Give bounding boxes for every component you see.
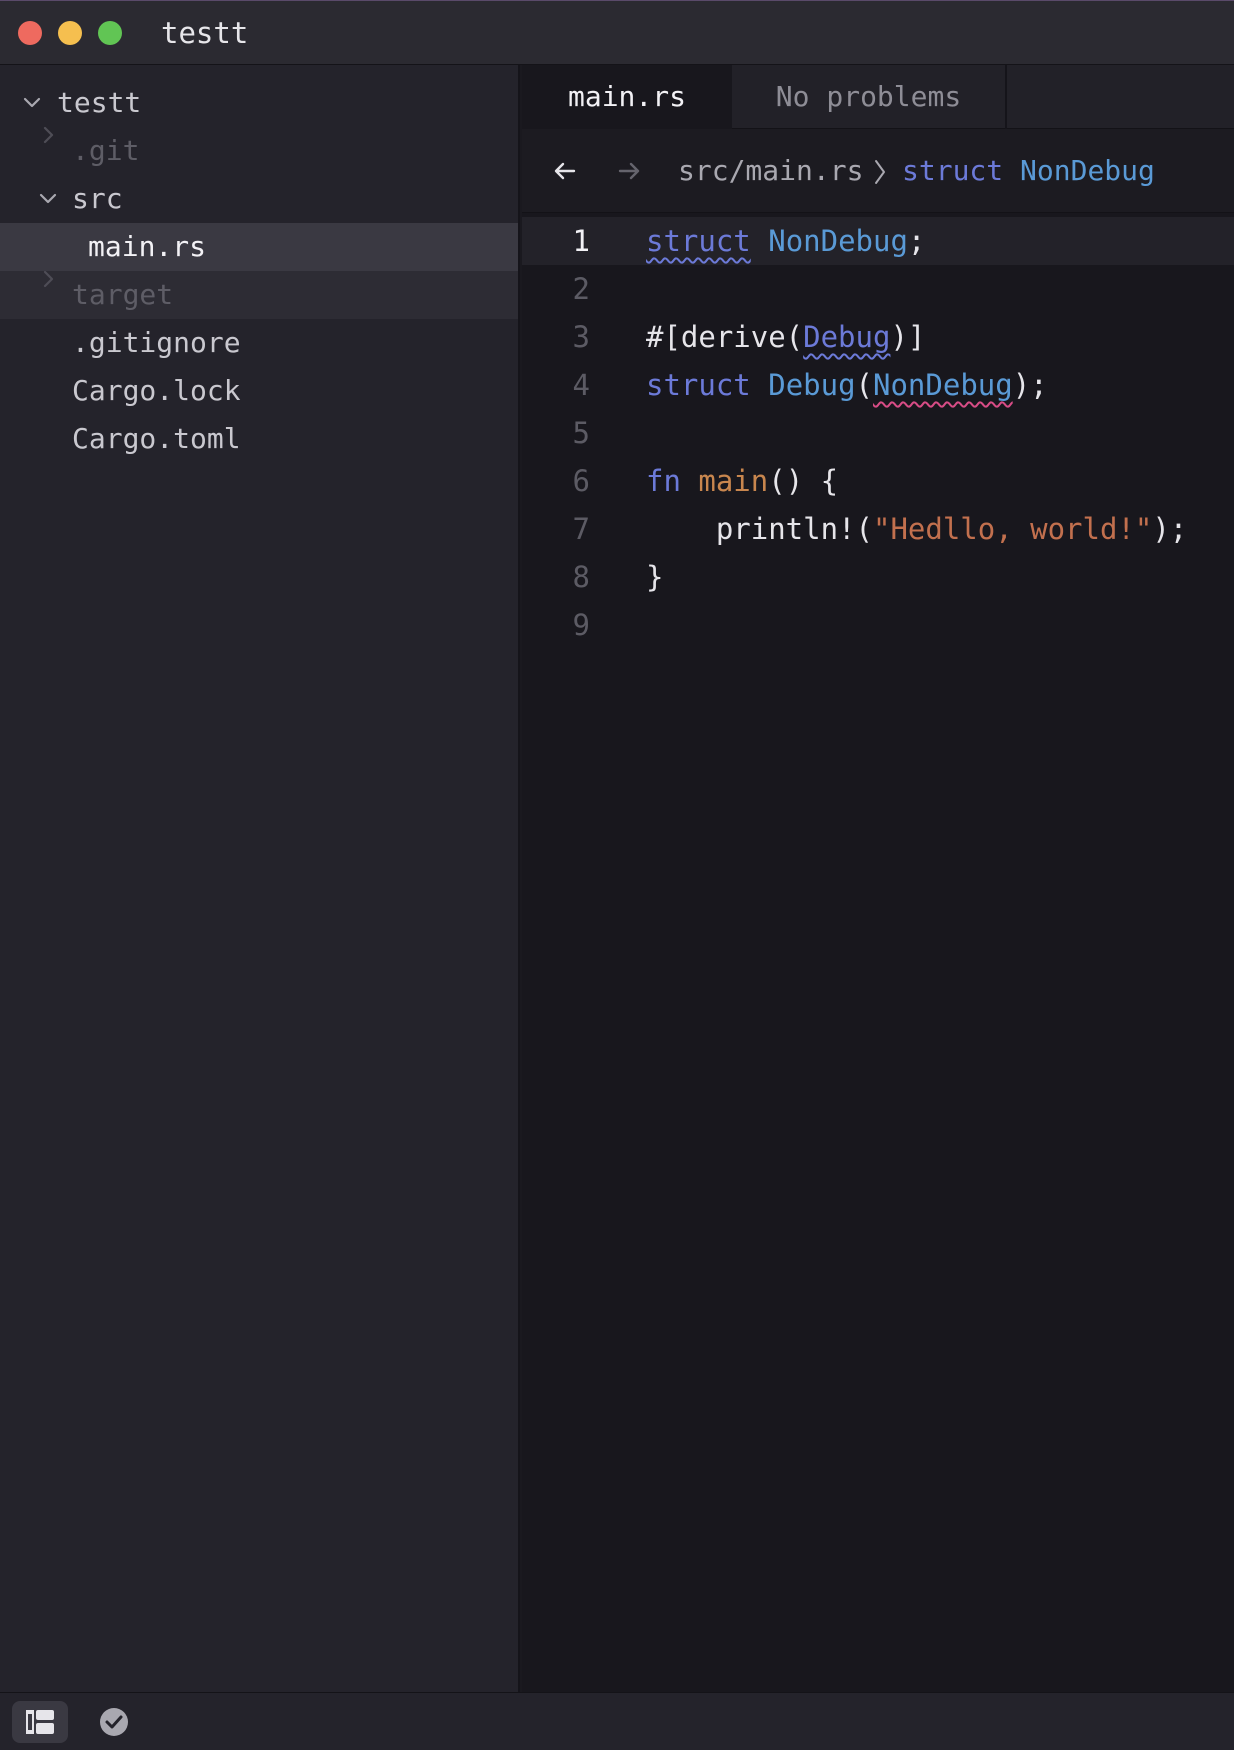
tab-main-rs[interactable]: main.rs [522, 65, 732, 129]
code-token: println!( [646, 512, 873, 546]
editor-pane: main.rs No problems src/main.rs struct N… [522, 65, 1234, 1692]
code-text: } [646, 553, 663, 601]
code-token: NonDebug [768, 224, 908, 258]
line-number: 5 [572, 416, 590, 450]
tree-item-target[interactable]: target [0, 270, 518, 319]
code-text: #[derive(Debug)] [646, 313, 925, 361]
code-token: ( [855, 368, 874, 402]
close-window-button[interactable] [18, 21, 42, 45]
code-text: fn main() { [646, 457, 838, 505]
warning-token: struct [646, 224, 751, 258]
line-number: 1 [572, 224, 590, 258]
code-line[interactable]: 3 #[derive(Debug)] [522, 313, 1234, 361]
code-token: "Hedllo, world!" [872, 512, 1153, 546]
tree-root-testt[interactable]: testt [0, 79, 518, 127]
chevron-down-icon[interactable] [38, 175, 58, 223]
tree-item-gitignore[interactable]: .gitignore [0, 319, 518, 367]
code-line[interactable]: 2 [522, 265, 1234, 313]
tree-item-git[interactable]: .git [0, 126, 518, 175]
code-line[interactable]: 6 fn main() { [522, 457, 1234, 505]
code-text: println!("Hedllo, world!"); [646, 505, 1187, 553]
line-number: 2 [572, 272, 590, 306]
code-token: () { [768, 464, 839, 498]
tree-item-label: .git [72, 134, 140, 167]
tree-item-cargo-toml[interactable]: Cargo.toml [0, 415, 518, 463]
code-token: ; [907, 224, 926, 258]
code-editor[interactable]: 1 struct NonDebug; 2 3 #[derive(Debug)] 4 stru… [522, 213, 1234, 1692]
code-token: Debug [768, 368, 856, 402]
error-token: NonDebug [873, 368, 1013, 402]
code-token: ); [1012, 368, 1048, 402]
code-token: fn [646, 464, 681, 498]
tree-item-label: target [72, 278, 174, 311]
tree-item-label: Cargo.toml [72, 422, 241, 455]
project-panel-icon [12, 1710, 68, 1747]
tab-bar: main.rs No problems [522, 65, 1234, 129]
window-title: testt [161, 16, 249, 50]
code-text: struct Debug(NonDebug); [646, 361, 1048, 409]
breadcrumb-symbol[interactable]: struct NonDebug [902, 151, 1155, 191]
line-number: 9 [572, 608, 590, 642]
breadcrumb-path[interactable]: src/main.rs [678, 151, 863, 191]
project-panel: testt .git src main.rs target .gitignore [0, 65, 520, 1692]
code-line[interactable]: 4 struct Debug(NonDebug); [522, 361, 1234, 409]
code-line[interactable]: 5 [522, 409, 1234, 457]
code-token: #[derive( [646, 320, 804, 354]
maximize-window-button[interactable] [98, 21, 122, 45]
code-line[interactable]: 8} [522, 553, 1234, 601]
tree-item-label: testt [57, 86, 142, 119]
title-bar: testt [0, 1, 1234, 65]
tree-item-label: .gitignore [72, 326, 241, 359]
breadcrumb: src/main.rs struct NonDebug [522, 129, 1234, 213]
line-number: 7 [572, 512, 590, 546]
tree-item-cargo-lock[interactable]: Cargo.lock [0, 367, 518, 415]
line-number: 3 [572, 320, 590, 354]
code-text: struct NonDebug; [646, 217, 925, 265]
code-line[interactable]: 9 [522, 601, 1234, 649]
minimize-window-button[interactable] [58, 21, 82, 45]
arrow-left-icon[interactable] [548, 154, 582, 188]
code-token: main [698, 464, 769, 498]
tree-item-label: Cargo.lock [72, 374, 241, 407]
code-line[interactable]: 1 struct NonDebug; [522, 217, 1234, 265]
editor-window: testt testt .git src main.rs target .git… [0, 0, 1234, 1750]
code-token: struct [646, 368, 751, 402]
line-number: 8 [572, 560, 590, 594]
code-token: } [646, 560, 664, 594]
chevron-right-icon[interactable] [40, 126, 60, 175]
tree-item-label: src [72, 182, 123, 215]
line-number: 6 [572, 464, 590, 498]
tree-item-src[interactable]: src [0, 175, 518, 223]
code-token: ); [1152, 512, 1188, 546]
tree-item-label: main.rs [88, 230, 207, 263]
code-token: )] [890, 320, 926, 354]
chevron-right-icon [872, 158, 888, 190]
breadcrumb-symbol-keyword: struct [902, 154, 1004, 187]
chevron-down-icon[interactable] [22, 79, 42, 127]
arrow-right-icon[interactable] [612, 154, 646, 188]
diagnostics-check-icon [86, 1708, 142, 1747]
status-bar [0, 1692, 1234, 1750]
line-number: 4 [572, 368, 590, 402]
tab-diagnostics[interactable]: No problems [732, 65, 1007, 129]
chevron-right-icon[interactable] [40, 270, 60, 319]
project-panel-toggle-button[interactable] [12, 1701, 68, 1743]
code-line[interactable]: 7 println!("Hedllo, world!"); [522, 505, 1234, 553]
tree-item-main-rs[interactable]: main.rs [0, 223, 518, 271]
warning-token: Debug [803, 320, 891, 354]
diagnostics-button[interactable] [86, 1701, 142, 1743]
breadcrumb-symbol-name: NonDebug [1020, 154, 1155, 187]
